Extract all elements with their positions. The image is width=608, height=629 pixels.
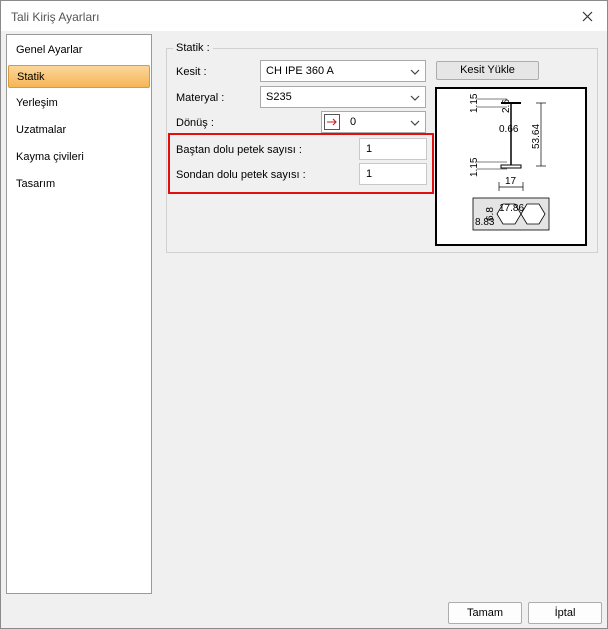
kesit-yukle-button[interactable]: Kesit Yükle	[436, 61, 539, 80]
materyal-label: Materyal :	[176, 92, 225, 104]
sidebar-item-uzatmalar[interactable]: Uzatmalar	[8, 119, 150, 142]
dim-hex-width: 17.86	[499, 203, 524, 214]
dialog-window: Tali Kiriş Ayarları Genel Ayarlar Statik…	[0, 0, 608, 629]
kesit-value: CH IPE 360 A	[266, 65, 334, 77]
title-bar: Tali Kiriş Ayarları	[1, 1, 607, 31]
bastan-value: 1	[366, 143, 373, 155]
sidebar-item-genel-ayarlar[interactable]: Genel Ayarlar	[8, 39, 150, 62]
donus-value: 0	[350, 116, 357, 128]
dim-top-width: 2.6	[501, 99, 512, 113]
cancel-button[interactable]: İptal	[528, 602, 602, 624]
chevron-down-icon	[410, 120, 420, 126]
bastan-input[interactable]: 1	[359, 138, 427, 160]
sidebar: Genel Ayarlar Statik Yerleşim Uzatmalar …	[6, 34, 152, 594]
close-button[interactable]	[573, 4, 601, 28]
dim-bottom-width: 17	[505, 176, 517, 187]
sidebar-item-tasarim[interactable]: Tasarım	[8, 173, 150, 196]
statik-group-title: Statik :	[173, 42, 213, 54]
dim-top-flange: 1.15	[469, 93, 480, 113]
kesit-label: Kesit :	[176, 66, 207, 78]
dim-hex-b: 8.83	[475, 217, 495, 228]
sidebar-item-yerlesim[interactable]: Yerleşim	[8, 92, 150, 115]
window-title: Tali Kiriş Ayarları	[11, 10, 100, 24]
chevron-down-icon	[410, 95, 420, 101]
chevron-down-icon	[410, 69, 420, 75]
close-icon	[582, 11, 592, 21]
dim-web: 0.66	[499, 124, 519, 135]
section-preview: 1.15 2.6 0.66 53.64 1.15 17 17.86 6.8 8.…	[435, 87, 587, 246]
dim-bottom-flange: 1.15	[469, 157, 480, 177]
bastan-label: Baştan dolu petek sayısı :	[176, 144, 302, 156]
sondan-input[interactable]: 1	[359, 163, 427, 185]
sondan-value: 1	[366, 168, 373, 180]
materyal-select[interactable]: S235	[260, 86, 426, 108]
kesit-select[interactable]: CH IPE 360 A	[260, 60, 426, 82]
sidebar-item-statik[interactable]: Statik	[8, 65, 150, 88]
dim-height: 53.64	[531, 124, 542, 149]
sondan-label: Sondan dolu petek sayısı :	[176, 169, 306, 181]
donus-select[interactable]: 0	[321, 111, 426, 133]
ok-button[interactable]: Tamam	[448, 602, 522, 624]
materyal-value: S235	[266, 91, 292, 103]
sidebar-item-kayma-civileri[interactable]: Kayma çivileri	[8, 146, 150, 169]
section-drawing: 1.15 2.6 0.66 53.64 1.15 17 17.86 6.8 8.…	[469, 93, 550, 231]
rotation-arrow-icon	[324, 114, 340, 130]
donus-label: Dönüş :	[176, 117, 214, 129]
